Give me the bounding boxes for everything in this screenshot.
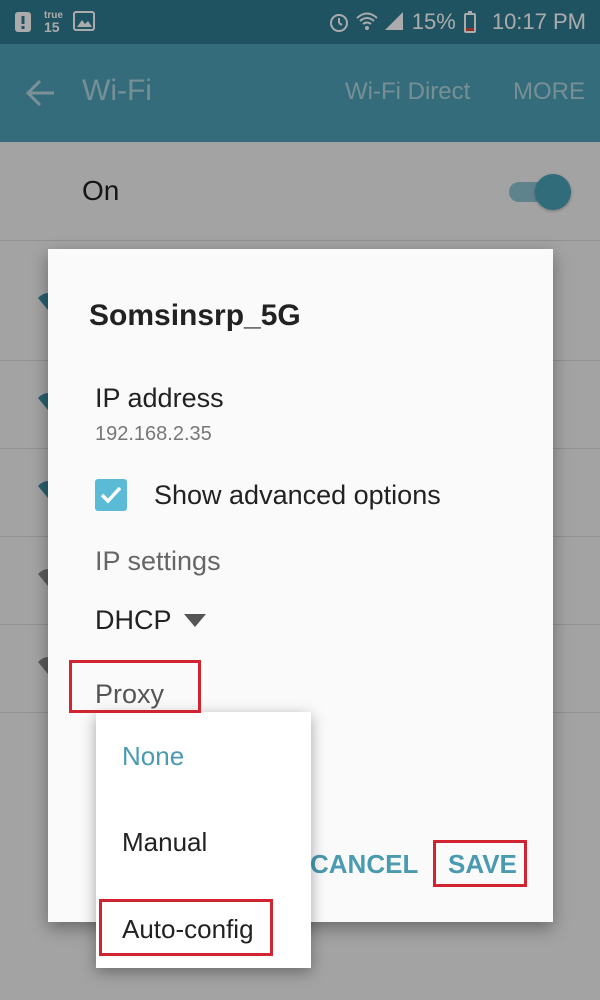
ip-address-label: IP address <box>95 383 224 413</box>
ip-settings-label: IP settings <box>95 546 221 576</box>
proxy-option-none[interactable]: None <box>122 741 184 772</box>
show-advanced-checkbox[interactable] <box>95 479 127 511</box>
dialog-title: Somsinsrp_5G <box>89 299 301 332</box>
ip-settings-dropdown[interactable]: DHCP <box>95 603 206 637</box>
save-highlight-box <box>433 840 527 887</box>
dropdown-arrow-icon <box>183 613 206 627</box>
auto-config-highlight-box <box>99 899 273 956</box>
checkmark-icon <box>100 486 122 504</box>
show-advanced-row[interactable]: Show advanced options <box>95 475 441 515</box>
proxy-option-manual[interactable]: Manual <box>122 827 207 858</box>
ip-settings-value: DHCP <box>95 604 172 635</box>
proxy-highlight-box <box>69 660 201 713</box>
ip-address-value: 192.168.2.35 <box>95 423 212 445</box>
cancel-button[interactable]: CANCEL <box>310 849 418 880</box>
show-advanced-label: Show advanced options <box>154 479 441 510</box>
